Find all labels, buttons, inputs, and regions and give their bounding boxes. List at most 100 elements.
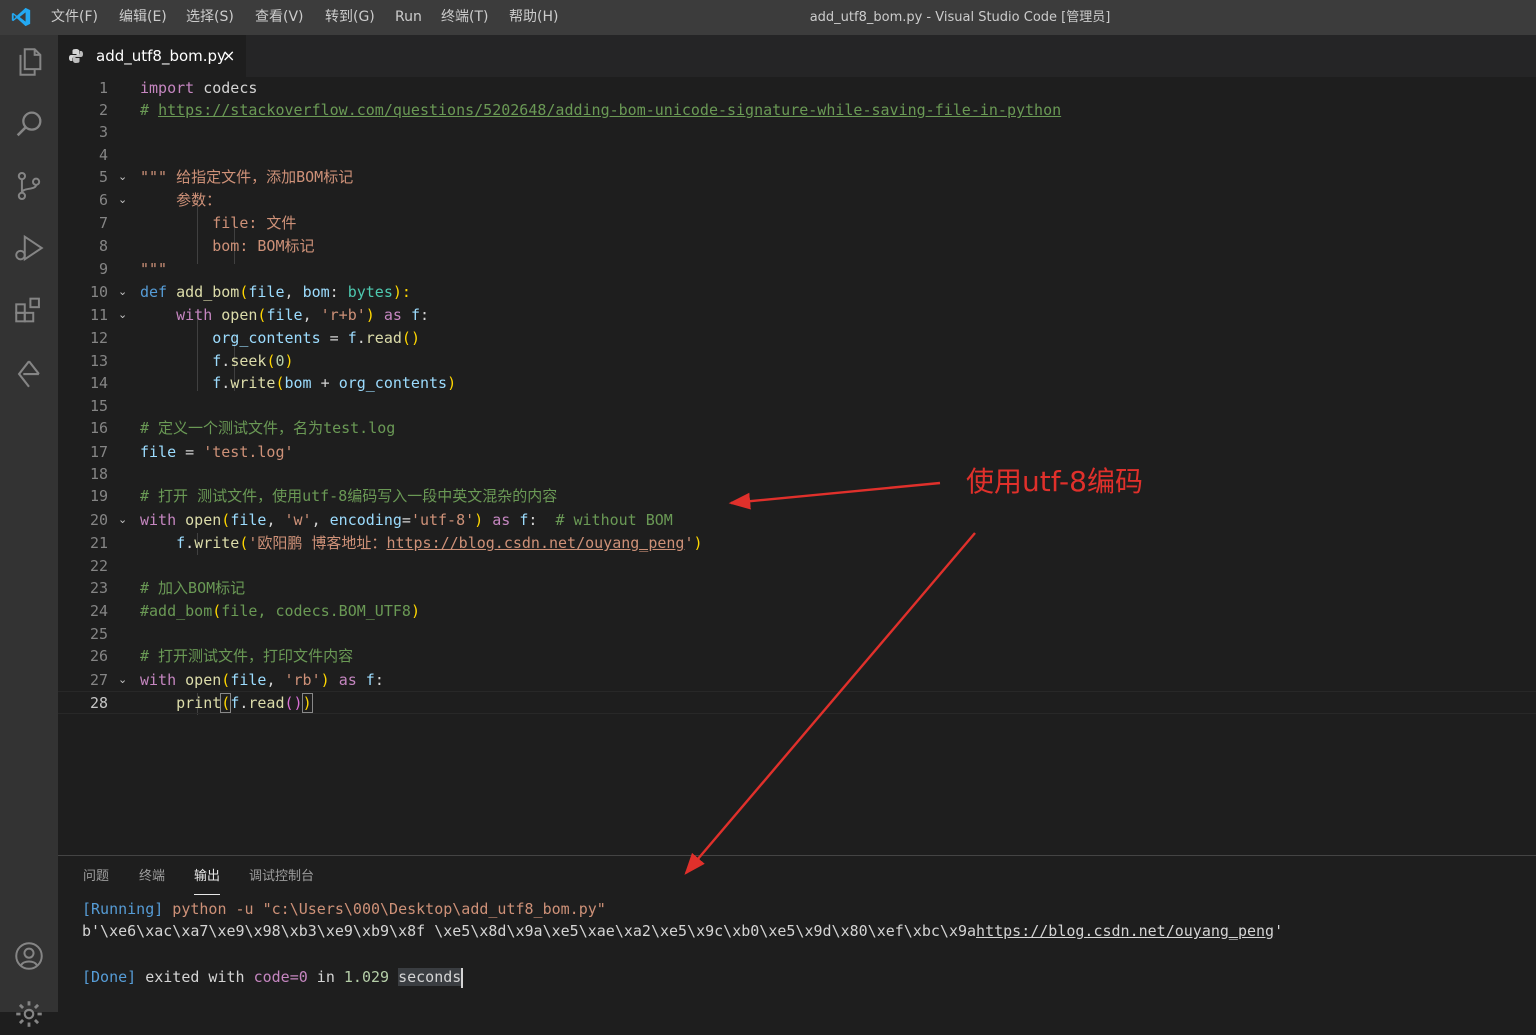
menu-terminal[interactable]: 终端(T) xyxy=(441,0,488,35)
code-text: """ 给指定文件，添加BOM标记 xyxy=(140,168,354,186)
editor-tab-bar: add_utf8_bom.py × xyxy=(58,35,1536,77)
output-running-line: [Running] python -u "c:\Users\000\Deskto… xyxy=(82,900,606,918)
files-icon[interactable] xyxy=(12,45,46,79)
menu-go[interactable]: 转到(G) xyxy=(325,0,375,35)
output-bytes-line: b'\xe6\xac\xa7\xe9\x98\xb3\xe9\xb9\x8f \… xyxy=(82,922,1284,940)
code-text: bom: BOM标记 xyxy=(140,237,315,255)
code-text: f.seek(0) xyxy=(212,352,294,370)
tab-label: add_utf8_bom.py xyxy=(96,47,226,65)
line-number: 5 xyxy=(98,168,108,186)
settings-gear-icon[interactable] xyxy=(12,997,46,1031)
line-number: 11 xyxy=(89,306,108,324)
code-line-14: 14 f.write(bom + org_contents) xyxy=(58,372,1536,394)
line-number: 19 xyxy=(89,487,108,505)
code-line-18: 18 xyxy=(58,463,1536,485)
vscode-logo-icon[interactable] xyxy=(10,6,32,28)
code-line-23: 23 # 加入BOM标记 xyxy=(58,577,1536,599)
menu-view[interactable]: 查看(V) xyxy=(255,0,304,35)
python-file-icon xyxy=(69,49,83,63)
output-link[interactable]: https://blog.csdn.net/ouyang_peng xyxy=(976,922,1274,940)
code-line-20: 20 ⌄ with open(file, 'w', encoding='utf-… xyxy=(58,509,1536,531)
code-link[interactable]: https://stackoverflow.com/questions/5202… xyxy=(158,101,1061,119)
code-editor[interactable]: 1 import codecs 2 # https://stackoverflo… xyxy=(58,77,1536,855)
menu-help[interactable]: 帮助(H) xyxy=(509,0,558,35)
fold-chevron-icon[interactable]: ⌄ xyxy=(118,669,127,691)
line-number: 25 xyxy=(89,625,108,643)
line-number: 8 xyxy=(98,237,108,255)
text-caret xyxy=(461,967,464,988)
line-number: 2 xyxy=(98,101,108,119)
code-line-16: 16 # 定义一个测试文件，名为test.log xyxy=(58,417,1536,439)
menu-run[interactable]: Run xyxy=(395,0,422,35)
fold-chevron-icon[interactable]: ⌄ xyxy=(118,509,127,531)
output-done-line: [Done] exited with code=0 in 1.029 secon… xyxy=(82,967,464,988)
menu-edit[interactable]: 编辑(E) xyxy=(119,0,167,35)
search-icon[interactable] xyxy=(12,107,46,141)
fold-chevron-icon[interactable]: ⌄ xyxy=(118,281,127,303)
line-number: 6 xyxy=(98,191,108,209)
code-text: org_contents = f.read() xyxy=(212,329,420,347)
code-line-1: 1 import codecs xyxy=(58,77,1536,99)
menu-selection[interactable]: 选择(S) xyxy=(186,0,234,35)
code-line-15: 15 xyxy=(58,395,1536,417)
code-text: f.write(bom + org_contents) xyxy=(212,374,457,392)
code-text: print(f.read()) xyxy=(176,693,313,713)
line-number: 18 xyxy=(89,465,108,483)
bottom-panel: 问题 终端 输出 调试控制台 [Running] python -u "c:\U… xyxy=(58,855,1536,1013)
code-text: f.write('欧阳鹏 博客地址：https://blog.csdn.net/… xyxy=(176,534,703,552)
code-text: def add_bom(file, bom: bytes): xyxy=(140,283,411,301)
code-line-4: 4 xyxy=(58,144,1536,166)
line-number: 3 xyxy=(98,123,108,141)
code-line-24: 24 #add_bom(file, codecs.BOM_UTF8) xyxy=(58,600,1536,622)
code-line-22: 22 xyxy=(58,555,1536,577)
code-line-10: 10 ⌄ def add_bom(file, bom: bytes): xyxy=(58,281,1536,303)
panel-tab-debug-console[interactable]: 调试控制台 xyxy=(249,856,314,896)
account-icon[interactable] xyxy=(12,939,46,973)
code-line-27: 27 ⌄ with open(file, 'rb') as f: xyxy=(58,669,1536,691)
code-text: # https://stackoverflow.com/questions/52… xyxy=(140,101,1062,119)
panel-tab-terminal[interactable]: 终端 xyxy=(139,856,165,896)
line-number: 17 xyxy=(89,443,108,461)
line-number: 21 xyxy=(89,534,108,552)
remote-explorer-icon[interactable] xyxy=(12,357,46,391)
line-number: 10 xyxy=(89,283,108,301)
line-number: 27 xyxy=(89,671,108,689)
tab-close-icon[interactable]: × xyxy=(222,35,235,77)
panel-tab-output[interactable]: 输出 xyxy=(194,856,221,895)
panel-tab-problems[interactable]: 问题 xyxy=(83,856,109,896)
line-number: 20 xyxy=(89,511,108,529)
code-link[interactable]: https://blog.csdn.net/ouyang_peng xyxy=(386,534,684,552)
annotation-label: 使用utf-8编码 xyxy=(966,465,1143,498)
code-text: with open(file, 'r+b') as f: xyxy=(176,306,429,324)
title-bar: 文件(F) 编辑(E) 选择(S) 查看(V) 转到(G) Run 终端(T) … xyxy=(0,0,1536,35)
line-number: 26 xyxy=(89,647,108,665)
source-control-icon[interactable] xyxy=(12,169,46,203)
code-text: """ xyxy=(140,260,168,278)
line-number: 14 xyxy=(89,374,108,392)
line-number: 22 xyxy=(89,557,108,575)
fold-chevron-icon[interactable]: ⌄ xyxy=(118,189,127,211)
run-debug-icon[interactable] xyxy=(12,231,46,265)
code-line-17: 17 file = 'test.log' xyxy=(58,441,1536,463)
code-line-3: 3 xyxy=(58,121,1536,143)
code-line-21: 21 f.write('欧阳鹏 博客地址：https://blog.csdn.n… xyxy=(58,532,1536,554)
code-line-7: 7 file: 文件 xyxy=(58,212,1536,234)
line-number: 16 xyxy=(89,419,108,437)
code-text: import codecs xyxy=(140,79,258,97)
tab-add-utf8-bom[interactable]: add_utf8_bom.py × xyxy=(58,35,246,77)
line-number: 24 xyxy=(89,602,108,620)
code-line-26: 26 # 打开测试文件，打印文件内容 xyxy=(58,645,1536,667)
fold-chevron-icon[interactable]: ⌄ xyxy=(118,304,127,326)
extensions-icon[interactable] xyxy=(12,293,46,327)
line-number: 1 xyxy=(98,79,108,97)
code-text: # 打开测试文件，打印文件内容 xyxy=(140,647,354,665)
code-line-11: 11 ⌄ with open(file, 'r+b') as f: xyxy=(58,304,1536,326)
fold-chevron-icon[interactable]: ⌄ xyxy=(118,166,127,188)
code-text: file = 'test.log' xyxy=(140,443,294,461)
code-line-12: 12 org_contents = f.read() xyxy=(58,327,1536,349)
menu-file[interactable]: 文件(F) xyxy=(51,0,98,35)
code-text: # 定义一个测试文件，名为test.log xyxy=(140,419,396,437)
code-line-6: 6 ⌄ 参数： xyxy=(58,189,1536,211)
code-line-5: 5 ⌄ """ 给指定文件，添加BOM标记 xyxy=(58,166,1536,188)
code-text: # 加入BOM标记 xyxy=(140,579,246,597)
